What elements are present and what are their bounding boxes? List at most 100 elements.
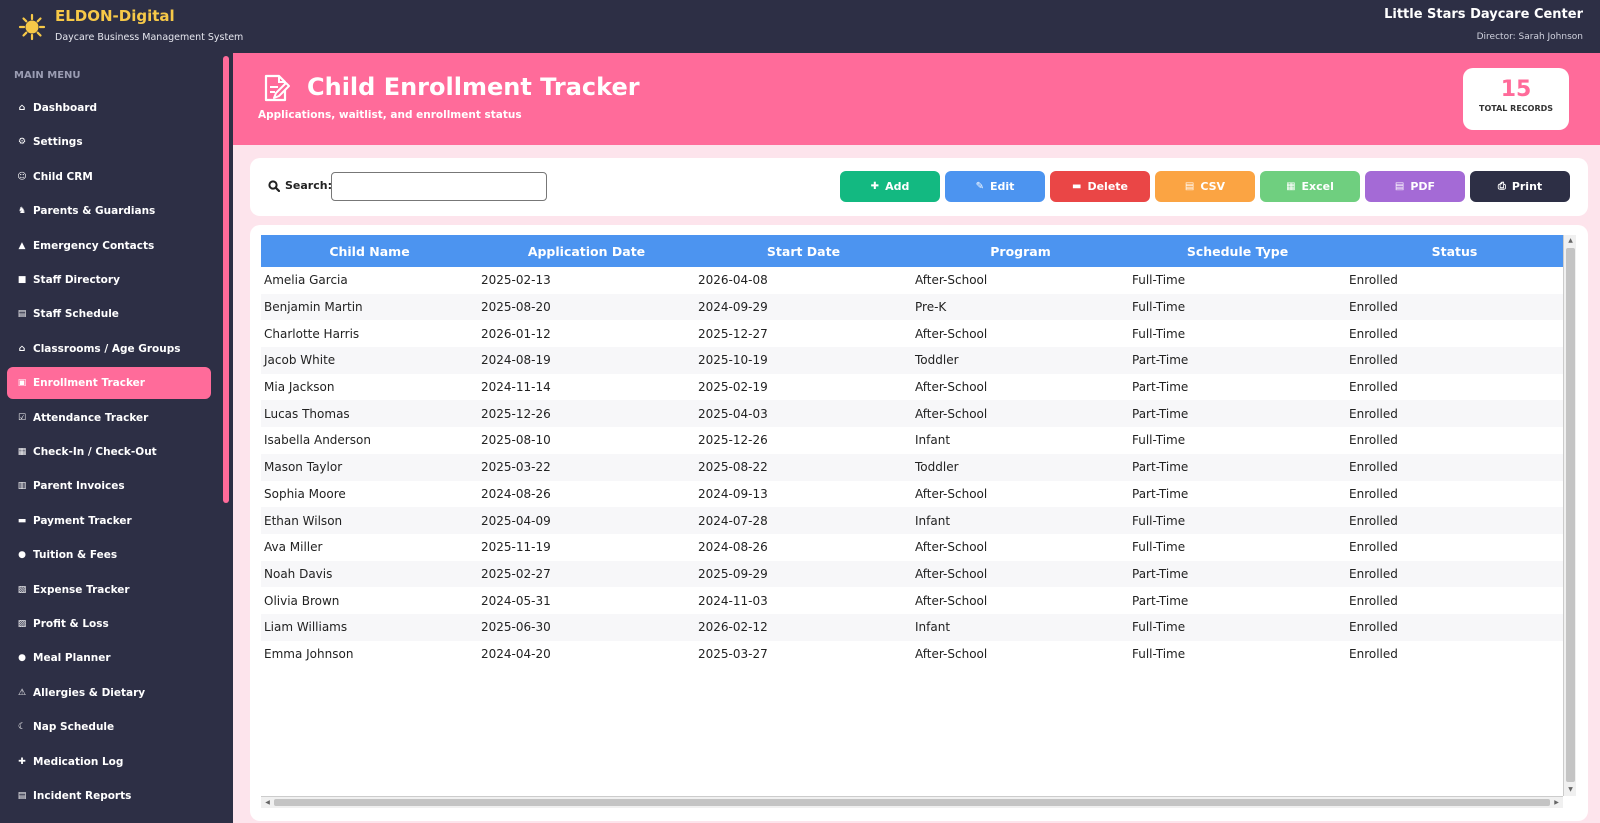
- edit-button-label: Edit: [989, 180, 1015, 193]
- vertical-scroll-thumb[interactable]: [1566, 248, 1575, 782]
- table-row[interactable]: Ava Miller 2025-11-19 2024-08-26 After-Scho…: [261, 534, 1563, 561]
- column-header[interactable]: Child Name: [261, 235, 478, 267]
- sidebar-item-label: Meal Planner: [33, 652, 111, 665]
- pdf-button[interactable]: ▤ PDF: [1365, 171, 1465, 202]
- column-header[interactable]: Program: [912, 235, 1129, 267]
- table-cell: 2024-04-20: [481, 646, 551, 661]
- table-row[interactable]: Isabella Anderson 2025-08-10 2025-12-26 Inf…: [261, 427, 1563, 454]
- table-cell: 2024-08-26: [698, 540, 768, 555]
- calendar-icon: ▤: [17, 309, 27, 320]
- sidebar-item-staff-schedule[interactable]: ▤ Staff Schedule: [7, 298, 211, 330]
- sidebar-item-classrooms-age-groups[interactable]: ⌂ Classrooms / Age Groups: [7, 333, 211, 365]
- table-cell: After-School: [915, 326, 988, 341]
- warning-icon: ⚠: [17, 687, 27, 698]
- table-row[interactable]: Olivia Brown 2024-05-31 2024-11-03 After-Sc…: [261, 587, 1563, 614]
- sidebar-item-meal-planner[interactable]: ● Meal Planner: [7, 642, 211, 674]
- search-icon: [268, 180, 280, 192]
- table-row[interactable]: Emma Johnson 2024-04-20 2025-03-27 After-Sc…: [261, 641, 1563, 668]
- edit-button[interactable]: ✎ Edit: [945, 171, 1045, 202]
- table-row[interactable]: Liam Williams 2025-06-30 2026-02-12 Infant F…: [261, 613, 1563, 641]
- sidebar-item-parent-invoices[interactable]: ▥ Parent Invoices: [7, 470, 211, 502]
- sidebar-item-attendance-tracker[interactable]: ☑ Attendance Tracker: [7, 402, 211, 434]
- column-header[interactable]: Application Date: [478, 235, 695, 267]
- table-cell: Full-Time: [1132, 433, 1186, 448]
- table-cell: Olivia Brown: [264, 593, 340, 608]
- sidebar-item-nap-schedule[interactable]: ☾ Nap Schedule: [7, 711, 211, 743]
- table-row[interactable]: Charlotte Harris 2026-01-12 2025-12-27 Afte…: [261, 320, 1563, 347]
- sidebar-item-staff-directory[interactable]: ■ Staff Directory: [7, 264, 211, 296]
- table-cell: Emma Johnson: [264, 646, 354, 661]
- table-row[interactable]: Ethan Wilson 2025-04-09 2024-07-28 Infant Fu…: [261, 507, 1563, 534]
- horizontal-scroll-thumb[interactable]: [274, 799, 1550, 806]
- sidebar-item-emergency-contacts[interactable]: ▲ Emergency Contacts: [7, 230, 211, 262]
- sidebar-item-label: Parent Invoices: [33, 480, 125, 493]
- sidebar-item-tuition-fees[interactable]: ● Tuition & Fees: [7, 539, 211, 571]
- child-icon: ☺: [17, 171, 27, 182]
- sidebar-item-child-crm[interactable]: ☺ Child CRM: [7, 161, 211, 193]
- table-cell: Full-Time: [1132, 540, 1186, 555]
- table-row[interactable]: Jacob White 2024-08-19 2025-10-19 Toddler Pa…: [261, 347, 1563, 374]
- sidebar-item-settings[interactable]: ⚙ Settings: [7, 126, 211, 158]
- sidebar-item-medication-log[interactable]: ✚ Medication Log: [7, 746, 211, 778]
- scroll-left-arrow-icon[interactable]: ◀: [261, 798, 274, 808]
- scroll-right-arrow-icon[interactable]: ▶: [1550, 798, 1563, 808]
- column-header[interactable]: Start Date: [695, 235, 912, 267]
- table-cell: 2025-03-27: [698, 646, 768, 661]
- sidebar-item-expense-tracker[interactable]: ▧ Expense Tracker: [7, 574, 211, 606]
- sidebar-item-payment-tracker[interactable]: ▬ Payment Tracker: [7, 505, 211, 537]
- scroll-down-arrow-icon[interactable]: ▼: [1564, 785, 1576, 795]
- spreadsheet-icon: ▦: [1286, 181, 1296, 192]
- table-cell: Enrolled: [1346, 453, 1563, 481]
- excel-button[interactable]: ▦ Excel: [1260, 171, 1360, 202]
- table-row[interactable]: Mason Taylor 2025-03-22 2025-08-22 Toddler P…: [261, 453, 1563, 481]
- table-cell: Full-Time: [1129, 613, 1346, 641]
- table-row[interactable]: Lucas Thomas 2025-12-26 2025-04-03 After-Sc…: [261, 400, 1563, 428]
- table-row[interactable]: Mia Jackson 2024-11-14 2025-02-19 After-Sch…: [261, 374, 1563, 401]
- add-button[interactable]: ✚ Add: [840, 171, 940, 202]
- table-cell: Enrolled: [1349, 433, 1398, 448]
- vertical-scrollbar[interactable]: ▲ ▼: [1563, 235, 1576, 796]
- pdf-button-label: PDF: [1410, 180, 1436, 193]
- document-icon: ▣: [17, 378, 27, 389]
- sidebar-item-dashboard[interactable]: ⌂ Dashboard: [7, 92, 211, 124]
- table-cell: Part-Time: [1129, 560, 1346, 588]
- table-cell: Toddler: [912, 453, 1129, 481]
- directory-icon: ■: [17, 275, 27, 285]
- print-button[interactable]: ⎙ Print: [1470, 171, 1570, 202]
- table-row[interactable]: Sophia Moore 2024-08-26 2024-09-13 After-Sc…: [261, 481, 1563, 508]
- table-cell: 2025-09-29: [695, 560, 912, 588]
- sidebar-item-label: Incident Reports: [33, 790, 132, 802]
- sidebar-item-enrollment-tracker[interactable]: ▣ Enrollment Tracker: [7, 367, 211, 400]
- table-cell: Enrolled: [1346, 400, 1563, 428]
- delete-button[interactable]: ▬ Delete: [1050, 171, 1150, 202]
- table-cell: After-School: [912, 400, 1129, 428]
- sidebar-item-parents-guardians[interactable]: ♞ Parents & Guardians: [7, 195, 211, 227]
- table-cell: Part-Time: [1132, 486, 1189, 501]
- top-bar: ELDON-Digital Daycare Business Managemen…: [0, 0, 1600, 53]
- sidebar-scrollbar[interactable]: [223, 56, 229, 503]
- table-cell: Full-Time: [1129, 293, 1346, 321]
- receipt-icon: ▧: [17, 584, 27, 595]
- sidebar-item-allergies-dietary[interactable]: ⚠ Allergies & Dietary: [7, 677, 211, 709]
- table-cell: Sophia Moore: [264, 486, 346, 501]
- sidebar-item-label: Staff Directory: [33, 274, 120, 286]
- table-row[interactable]: Amelia Garcia 2025-02-13 2026-04-08 After-S…: [261, 267, 1563, 294]
- table-cell: 2024-11-14: [481, 380, 551, 395]
- table-row[interactable]: Noah Davis 2025-02-27 2025-09-29 After-Scho…: [261, 560, 1563, 588]
- column-header[interactable]: Status: [1346, 235, 1563, 267]
- table-cell: Full-Time: [1132, 646, 1186, 661]
- table-cell: After-School: [915, 486, 988, 501]
- table-cell: 2025-08-20: [478, 293, 695, 321]
- search-input[interactable]: [331, 172, 547, 201]
- table-cell: Amelia Garcia: [264, 273, 348, 288]
- table-row[interactable]: Benjamin Martin 2025-08-20 2024-09-29 Pre-K…: [261, 293, 1563, 321]
- enrollment-table: Child Name Application Date Start Date Prog…: [261, 235, 1563, 667]
- director-name: Director: Sarah Johnson: [1476, 32, 1583, 42]
- scroll-up-arrow-icon[interactable]: ▲: [1564, 236, 1576, 246]
- sidebar-item-incident-reports[interactable]: ▤ Incident Reports: [7, 780, 211, 812]
- csv-button[interactable]: ▤ CSV: [1155, 171, 1255, 202]
- sidebar-item-check-in-check-out[interactable]: ▦ Check-In / Check-Out: [7, 436, 211, 468]
- column-header[interactable]: Schedule Type: [1129, 235, 1346, 267]
- horizontal-scrollbar[interactable]: ◀ ▶: [261, 796, 1563, 808]
- sidebar-item-profit-loss[interactable]: ▨ Profit & Loss: [7, 608, 211, 640]
